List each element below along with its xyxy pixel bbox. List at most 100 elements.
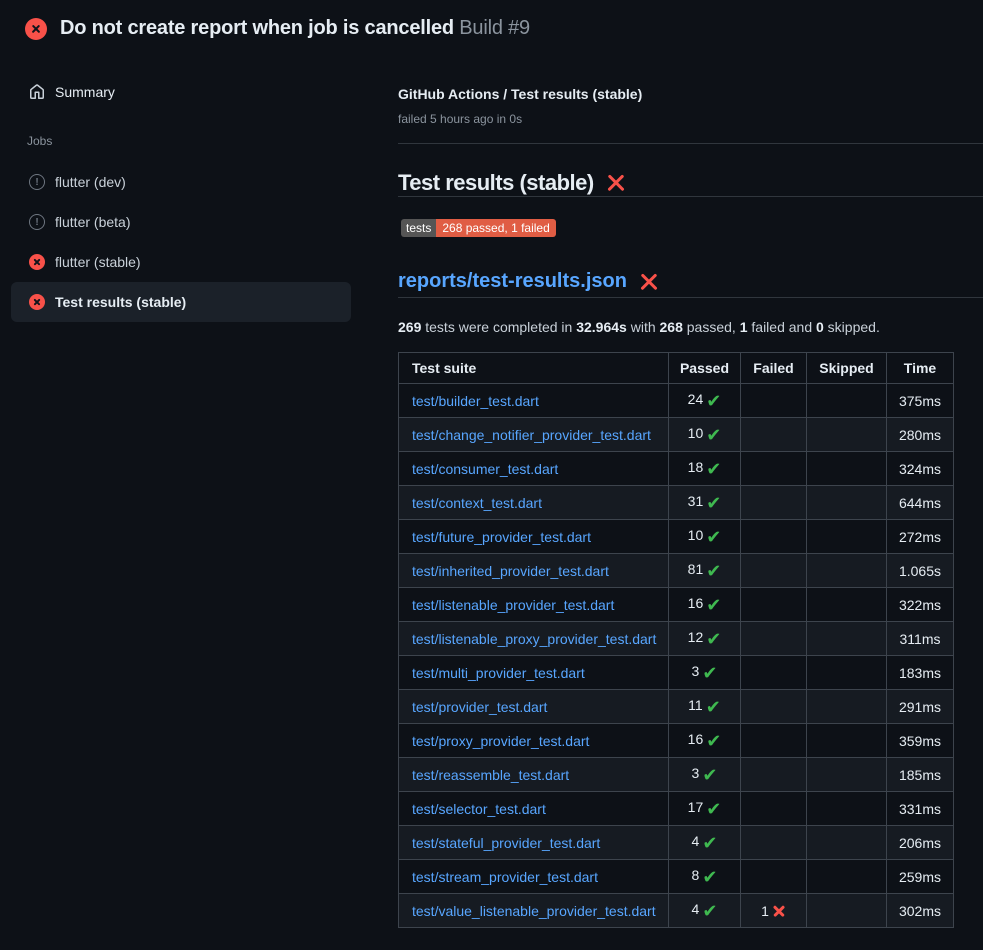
column-header: Passed bbox=[669, 353, 741, 384]
check-icon: ✔ bbox=[702, 765, 717, 785]
failed-cell bbox=[741, 724, 807, 758]
badge-value: 268 passed, 1 failed bbox=[436, 219, 555, 237]
failed-cell bbox=[741, 418, 807, 452]
home-icon bbox=[29, 84, 45, 100]
skipped-cell bbox=[807, 588, 887, 622]
table-row: test/stream_provider_test.dart8✔259ms bbox=[399, 860, 954, 894]
sidebar-job-item[interactable]: Test results (stable) bbox=[11, 282, 351, 322]
check-icon: ✔ bbox=[706, 595, 721, 615]
suite-link[interactable]: test/selector_test.dart bbox=[412, 801, 546, 817]
sidebar-job-item[interactable]: !flutter (dev) bbox=[11, 162, 351, 202]
time-cell: 185ms bbox=[887, 758, 954, 792]
skipped-cell bbox=[807, 826, 887, 860]
passed-cell: 4✔ bbox=[669, 826, 741, 860]
suite-link[interactable]: test/inherited_provider_test.dart bbox=[412, 563, 609, 579]
suite-link[interactable]: test/change_notifier_provider_test.dart bbox=[412, 427, 651, 443]
time-cell: 311ms bbox=[887, 622, 954, 656]
column-header: Test suite bbox=[399, 353, 669, 384]
table-row: test/proxy_provider_test.dart16✔359ms bbox=[399, 724, 954, 758]
check-icon: ✔ bbox=[706, 425, 721, 445]
failed-cell bbox=[741, 656, 807, 690]
suite-link[interactable]: test/context_test.dart bbox=[412, 495, 542, 511]
check-run-title: GitHub Actions / Test results (stable) bbox=[398, 86, 642, 102]
time-cell: 206ms bbox=[887, 826, 954, 860]
failed-cell bbox=[741, 690, 807, 724]
suite-link[interactable]: test/value_listenable_provider_test.dart bbox=[412, 903, 656, 919]
failed-cell bbox=[741, 486, 807, 520]
passed-cell: 16✔ bbox=[669, 588, 741, 622]
failed-cell bbox=[741, 792, 807, 826]
suite-link[interactable]: test/listenable_provider_test.dart bbox=[412, 597, 614, 613]
test-results-table: Test suitePassedFailedSkippedTime test/b… bbox=[398, 352, 954, 928]
suite-link[interactable]: test/stateful_provider_test.dart bbox=[412, 835, 600, 851]
sidebar-job-item[interactable]: !flutter (beta) bbox=[11, 202, 351, 242]
table-row: test/context_test.dart31✔644ms bbox=[399, 486, 954, 520]
skipped-cell bbox=[807, 520, 887, 554]
check-run-meta: failed 5 hours ago in 0s bbox=[398, 112, 522, 126]
time-cell: 272ms bbox=[887, 520, 954, 554]
passed-cell: 4✔ bbox=[669, 894, 741, 928]
time-cell: 644ms bbox=[887, 486, 954, 520]
report-title-link[interactable]: reports/test-results.json bbox=[398, 270, 627, 293]
suite-link[interactable]: test/future_provider_test.dart bbox=[412, 529, 591, 545]
suite-link[interactable]: test/reassemble_test.dart bbox=[412, 767, 569, 783]
skipped-cell bbox=[807, 384, 887, 418]
skipped-cell bbox=[807, 656, 887, 690]
passed-cell: 10✔ bbox=[669, 520, 741, 554]
x-circle-icon bbox=[25, 18, 47, 40]
check-icon: ✔ bbox=[706, 629, 721, 649]
job-label: Test results (stable) bbox=[55, 294, 186, 310]
suite-link[interactable]: test/builder_test.dart bbox=[412, 393, 539, 409]
x-circle-icon bbox=[29, 294, 45, 310]
suite-link[interactable]: test/consumer_test.dart bbox=[412, 461, 558, 477]
time-cell: 280ms bbox=[887, 418, 954, 452]
suite-link[interactable]: test/proxy_provider_test.dart bbox=[412, 733, 589, 749]
report-heading[interactable]: reports/test-results.json bbox=[398, 270, 659, 293]
check-icon: ✔ bbox=[706, 527, 721, 547]
summary-label: Summary bbox=[55, 84, 115, 100]
time-cell: 183ms bbox=[887, 656, 954, 690]
failed-cell bbox=[741, 622, 807, 656]
jobs-section-label: Jobs bbox=[27, 134, 52, 148]
time-cell: 331ms bbox=[887, 792, 954, 826]
suite-link[interactable]: test/stream_provider_test.dart bbox=[412, 869, 598, 885]
time-cell: 1.065s bbox=[887, 554, 954, 588]
failed-cell bbox=[741, 520, 807, 554]
check-icon: ✔ bbox=[706, 731, 721, 751]
table-row: test/selector_test.dart17✔331ms bbox=[399, 792, 954, 826]
table-row: test/listenable_proxy_provider_test.dart… bbox=[399, 622, 954, 656]
passed-cell: 81✔ bbox=[669, 554, 741, 588]
failed-cell bbox=[741, 860, 807, 894]
failed-x-icon bbox=[606, 173, 626, 193]
skipped-cell bbox=[807, 894, 887, 928]
job-label: flutter (beta) bbox=[55, 214, 130, 230]
main-content: GitHub Actions / Test results (stable) f… bbox=[398, 0, 983, 950]
summary-sentence: 269 tests were completed in 32.964s with… bbox=[398, 319, 880, 335]
sidebar-item-summary[interactable]: Summary bbox=[29, 84, 115, 100]
suite-link[interactable]: test/provider_test.dart bbox=[412, 699, 547, 715]
passed-cell: 3✔ bbox=[669, 656, 741, 690]
skipped-cell bbox=[807, 724, 887, 758]
passed-cell: 16✔ bbox=[669, 724, 741, 758]
failed-x-icon bbox=[639, 272, 659, 292]
skipped-cell bbox=[807, 690, 887, 724]
table-row: test/future_provider_test.dart 10✔ 272ms bbox=[399, 520, 954, 554]
x-circle-icon bbox=[29, 254, 45, 270]
sidebar-job-item[interactable]: flutter (stable) bbox=[11, 242, 351, 282]
suite-link[interactable]: test/listenable_proxy_provider_test.dart bbox=[412, 631, 656, 647]
section-title: Test results (stable) bbox=[398, 170, 594, 196]
stale-icon: ! bbox=[29, 174, 45, 190]
table-row: test/provider_test.dart11✔291ms bbox=[399, 690, 954, 724]
check-icon: ✔ bbox=[706, 459, 721, 479]
passed-cell: 24✔ bbox=[669, 384, 741, 418]
job-label: flutter (stable) bbox=[55, 254, 141, 270]
skipped-cell bbox=[807, 860, 887, 894]
suite-link[interactable]: test/multi_provider_test.dart bbox=[412, 665, 585, 681]
passed-cell: 12✔ bbox=[669, 622, 741, 656]
failed-cell bbox=[741, 554, 807, 588]
badge-label: tests bbox=[401, 219, 436, 237]
check-icon: ✔ bbox=[706, 561, 721, 581]
failed-cell bbox=[741, 452, 807, 486]
check-icon: ✔ bbox=[702, 663, 717, 683]
time-cell: 302ms bbox=[887, 894, 954, 928]
